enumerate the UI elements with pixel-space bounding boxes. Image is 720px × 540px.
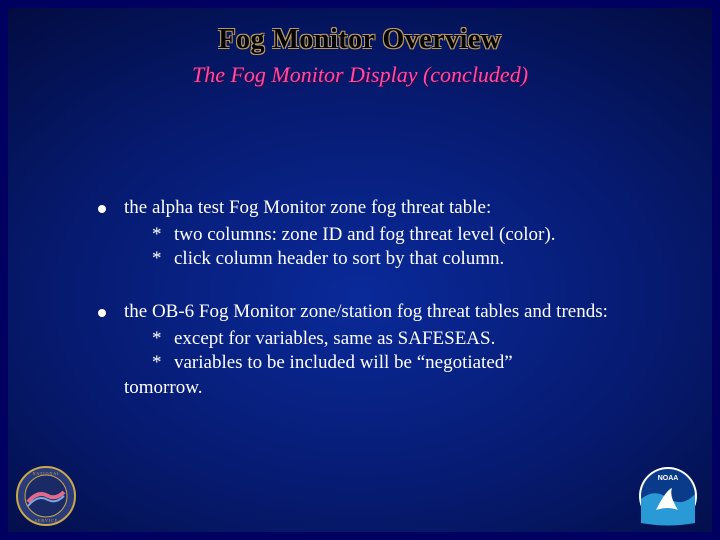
sub-list: * two columns: zone ID and fog threat le…: [124, 223, 642, 272]
sub-text: variables to be included will be “negoti…: [174, 351, 642, 376]
bullet-item: the alpha test Fog Monitor zone fog thre…: [98, 196, 642, 272]
svg-text:S E R V I C E: S E R V I C E: [35, 518, 58, 523]
sub-continuation: tomorrow.: [124, 376, 642, 401]
sub-text: two columns: zone ID and fog threat leve…: [174, 223, 642, 248]
bullet-text: the alpha test Fog Monitor zone fog thre…: [124, 196, 642, 272]
bullet-dot-icon: [98, 205, 106, 213]
sub-item: * except for variables, same as SAFESEAS…: [124, 327, 642, 352]
slide-title: Fog Monitor Overview: [38, 24, 682, 56]
sub-item: * variables to be included will be “nego…: [124, 351, 642, 376]
nws-logo-icon: N A T I O N A L S E R V I C E: [16, 466, 76, 526]
svg-text:N A T I O N A L: N A T I O N A L: [33, 471, 60, 476]
sub-list: * except for variables, same as SAFESEAS…: [124, 327, 642, 401]
bullet-lead: the alpha test Fog Monitor zone fog thre…: [124, 197, 491, 218]
asterisk-icon: *: [124, 327, 174, 352]
slide: Fog Monitor Overview The Fog Monitor Dis…: [0, 0, 720, 540]
slide-subtitle: The Fog Monitor Display (concluded): [38, 62, 682, 88]
sub-text: click column header to sort by that colu…: [174, 247, 642, 272]
sub-text: except for variables, same as SAFESEAS.: [174, 327, 642, 352]
noaa-logo-icon: NOAA: [638, 466, 698, 526]
asterisk-icon: *: [124, 223, 174, 248]
slide-body: the alpha test Fog Monitor zone fog thre…: [98, 196, 642, 429]
bullet-item: the OB-6 Fog Monitor zone/station fog th…: [98, 300, 642, 401]
bullet-lead: the OB-6 Fog Monitor zone/station fog th…: [124, 301, 608, 322]
sub-item: * two columns: zone ID and fog threat le…: [124, 223, 642, 248]
asterisk-icon: *: [124, 351, 174, 376]
asterisk-icon: *: [124, 247, 174, 272]
noaa-label: NOAA: [658, 475, 679, 482]
bullet-dot-icon: [98, 309, 106, 317]
bullet-text: the OB-6 Fog Monitor zone/station fog th…: [124, 300, 642, 401]
sub-item: * click column header to sort by that co…: [124, 247, 642, 272]
